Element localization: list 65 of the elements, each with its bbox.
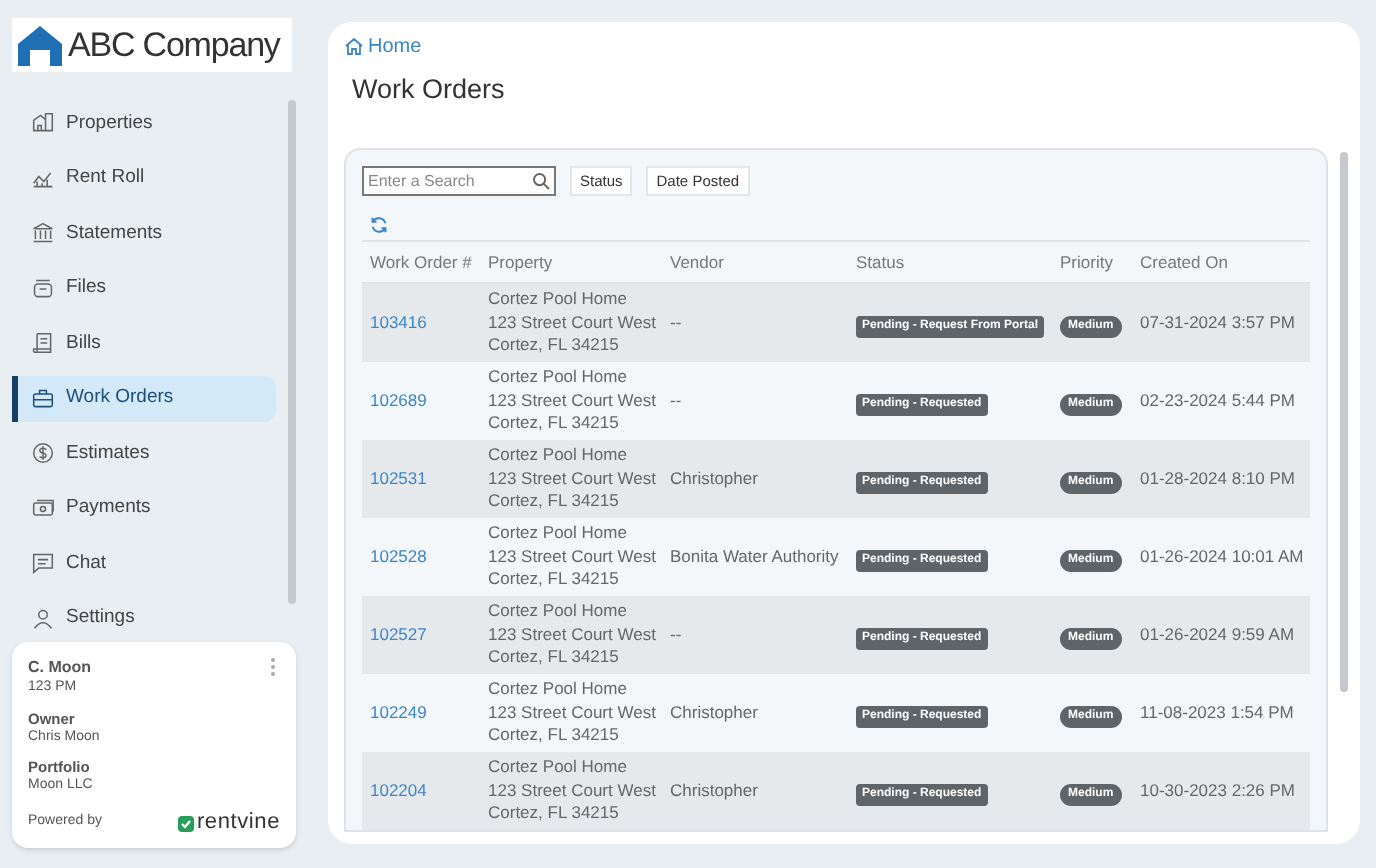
work-order-link[interactable]: 102689: [370, 390, 427, 411]
sidebar-item[interactable]: Files: [12, 265, 276, 312]
page-title: Work Orders: [352, 74, 507, 106]
company-name: ABC Company: [68, 28, 280, 62]
vendor-name: --: [670, 624, 682, 645]
column-header[interactable]: Created On: [1132, 249, 1310, 275]
vendor-name: Christopher: [670, 468, 758, 489]
vendor-name: --: [670, 390, 682, 411]
vendor-name: Christopher: [670, 780, 758, 801]
property-address-line: Cortez Pool Home: [488, 678, 629, 702]
property-address-line: 123 Street Court West: [488, 623, 658, 647]
property-address-line: 123 Street Court West: [488, 389, 658, 413]
sidebar-item[interactable]: Work Orders: [12, 375, 276, 422]
property-address-line: Cortez, FL 34215: [488, 568, 621, 592]
brand-name: rentvine: [196, 812, 280, 834]
sidebar-item[interactable]: Chat: [12, 540, 276, 587]
property-address-line: 123 Street Court West: [488, 467, 658, 491]
property-address-line: Cortez Pool Home: [488, 444, 629, 468]
sidebar-item[interactable]: Settings: [12, 595, 276, 642]
work-order-link[interactable]: 102249: [370, 702, 427, 723]
column-header[interactable]: Status: [848, 249, 1052, 275]
property-address-line: 123 Street Court West: [488, 701, 658, 725]
work-order-link[interactable]: 102528: [370, 546, 427, 567]
created-date: 10-30-2023 2:26 PM: [1140, 780, 1295, 801]
home-breadcrumb[interactable]: Home: [344, 34, 1348, 58]
sidebar-item[interactable]: Rent Roll: [12, 155, 276, 202]
sidebar-item[interactable]: Estimates: [12, 430, 276, 477]
vendor-name: Christopher: [670, 702, 758, 723]
created-date: 02-23-2024 5:44 PM: [1140, 390, 1295, 411]
company-logo[interactable]: ABC Company: [12, 18, 292, 72]
property-address-line: 123 Street Court West: [488, 545, 658, 569]
vendor-name: --: [670, 312, 682, 333]
property-address-line: Cortez, FL 34215: [488, 490, 621, 514]
property-address-line: Cortez Pool Home: [488, 756, 629, 780]
column-header[interactable]: Priority: [1052, 249, 1132, 275]
property-address-line: Cortez Pool Home: [488, 600, 629, 624]
created-date: 07-31-2024 3:57 PM: [1140, 312, 1295, 333]
property-address-line: 123 Street Court West: [488, 779, 658, 803]
created-date: 01-26-2024 9:59 AM: [1140, 624, 1295, 645]
property-address-line: Cortez Pool Home: [488, 522, 629, 546]
work-order-link[interactable]: 103416: [370, 312, 427, 333]
created-date: 01-26-2024 10:01 AM: [1140, 546, 1304, 567]
column-header[interactable]: Work Order #: [362, 249, 480, 275]
property-address-line: Cortez, FL 34215: [488, 334, 621, 358]
created-date: 01-28-2024 8:10 PM: [1140, 468, 1295, 489]
work-order-link[interactable]: 102204: [370, 780, 427, 801]
sidebar-item[interactable]: Bills: [12, 320, 276, 367]
property-address-line: Cortez Pool Home: [488, 366, 629, 390]
column-header[interactable]: Vendor: [662, 249, 848, 275]
sidebar-item[interactable]: Properties: [12, 100, 276, 147]
work-order-link[interactable]: 102531: [370, 468, 427, 489]
search-field[interactable]: Enter a Search: [362, 166, 556, 196]
sidebar-item[interactable]: Statements: [12, 210, 276, 257]
property-address-line: Cortez, FL 34215: [488, 646, 621, 670]
account-name: C. Moon: [28, 658, 92, 678]
property-address-line: Cortez Pool Home: [488, 288, 629, 312]
property-address-line: Cortez, FL 34215: [488, 802, 621, 826]
work-order-link[interactable]: 102527: [370, 624, 427, 645]
property-address-line: Cortez, FL 34215: [488, 412, 621, 436]
property-address-line: Cortez, FL 34215: [488, 724, 621, 748]
sidebar-item[interactable]: Payments: [12, 485, 276, 532]
column-header[interactable]: Property: [480, 249, 662, 275]
property-address-line: 123 Street Court West: [488, 311, 658, 335]
vendor-name: Bonita Water Authority: [670, 546, 839, 567]
created-date: 11-08-2023 1:54 PM: [1140, 702, 1294, 723]
